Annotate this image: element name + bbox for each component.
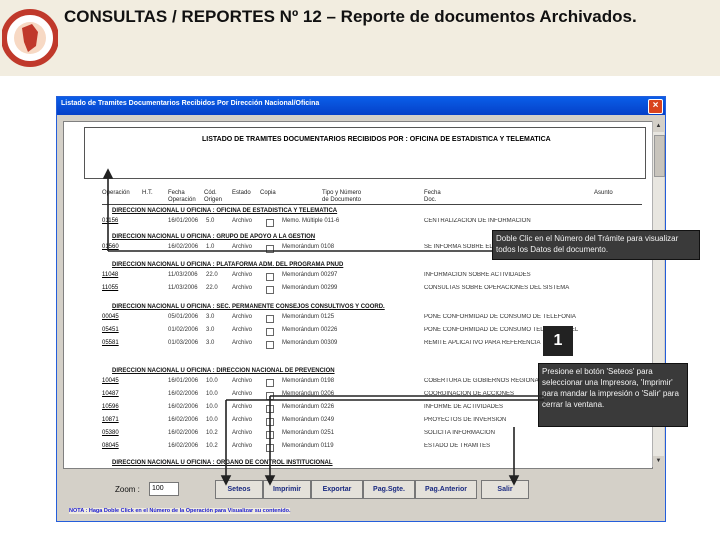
callout-arrows <box>102 168 544 486</box>
